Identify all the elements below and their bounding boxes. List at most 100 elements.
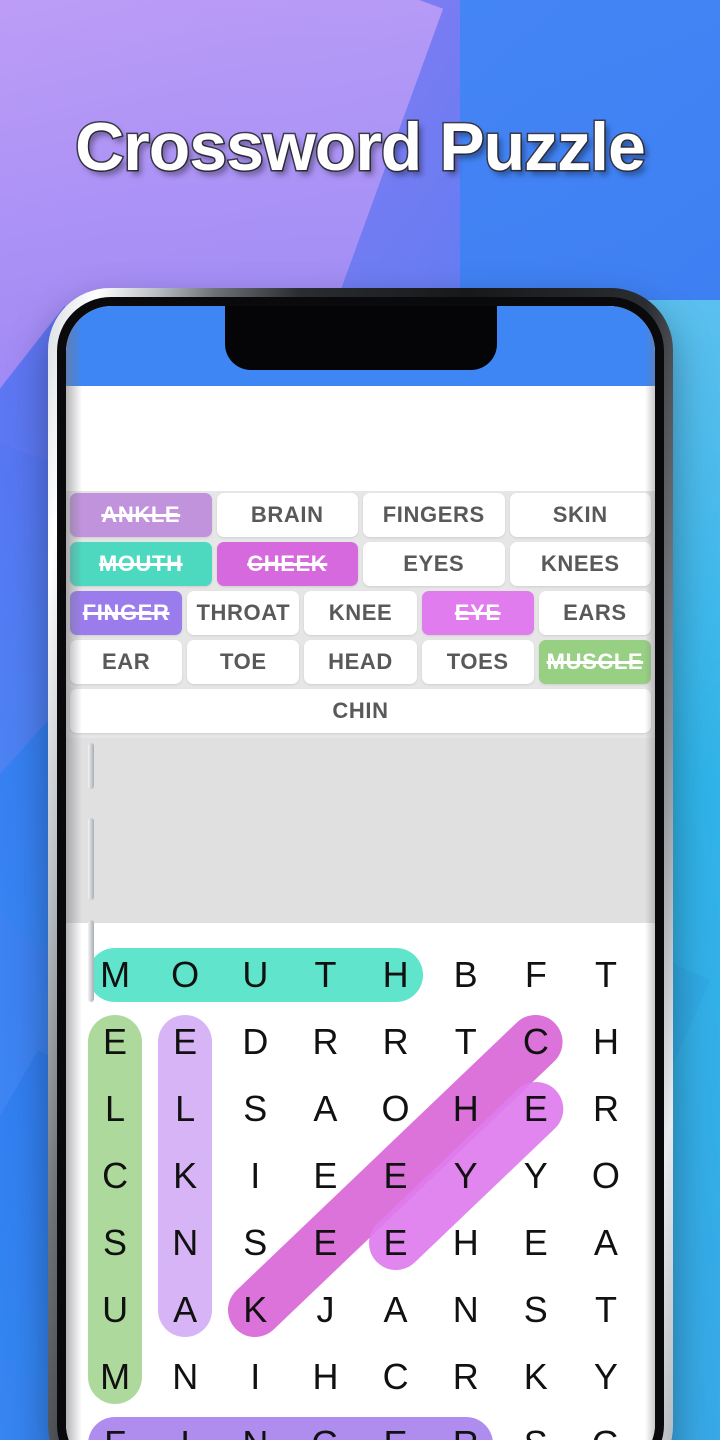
grid-cell[interactable]: R (361, 1008, 431, 1075)
grid-cell[interactable]: J (290, 1276, 360, 1343)
grid-cell[interactable]: M (80, 1343, 150, 1410)
grid-cell[interactable]: F (80, 1410, 150, 1440)
word-list-row: ANKLE BRAIN FINGERS SKIN (66, 493, 655, 542)
grid-cell[interactable]: N (220, 1410, 290, 1440)
grid-cell[interactable]: E (290, 1142, 360, 1209)
grid-cell[interactable]: L (80, 1075, 150, 1142)
word-chip-muscle[interactable]: MUSCLE (538, 640, 652, 684)
word-chip-eye[interactable]: EYE (421, 591, 534, 635)
grid-cell[interactable]: Y (571, 1343, 641, 1410)
word-chip-cheek[interactable]: CHEEK (216, 542, 358, 586)
grid-cell[interactable]: N (150, 1209, 220, 1276)
grid-cell[interactable]: R (431, 1410, 501, 1440)
word-chip-skin[interactable]: SKIN (509, 493, 651, 537)
word-chip-eyes[interactable]: EYES (363, 542, 505, 586)
grid-cell[interactable]: N (150, 1343, 220, 1410)
grid-cell[interactable]: N (431, 1276, 501, 1343)
grid-cell[interactable]: T (431, 1008, 501, 1075)
grid-cell[interactable]: H (361, 941, 431, 1008)
grid-cell[interactable]: D (220, 1008, 290, 1075)
grid-cell[interactable]: H (571, 1008, 641, 1075)
word-chip-head[interactable]: HEAD (304, 640, 417, 684)
volume-down-button[interactable] (88, 920, 94, 1002)
volume-up-button[interactable] (88, 818, 94, 900)
word-chip-throat[interactable]: THROAT (187, 591, 300, 635)
grid-cell[interactable]: F (501, 941, 571, 1008)
grid-cell[interactable]: T (571, 941, 641, 1008)
grid-cell[interactable]: A (571, 1209, 641, 1276)
grid-cell[interactable]: O (150, 941, 220, 1008)
grid-cell[interactable]: O (571, 1142, 641, 1209)
word-chip-fingers[interactable]: FINGERS (363, 493, 505, 537)
word-chip-toe[interactable]: TOE (187, 640, 300, 684)
grid-cell[interactable]: E (150, 1008, 220, 1075)
grid-cell[interactable]: Y (431, 1142, 501, 1209)
phone-notch (224, 306, 497, 370)
word-chip-knees[interactable]: KNEES (509, 542, 651, 586)
word-list-row: CHIN (66, 689, 655, 738)
grid-cell[interactable]: H (431, 1075, 501, 1142)
grid-cell[interactable]: I (220, 1343, 290, 1410)
grid-cell[interactable]: Y (501, 1142, 571, 1209)
word-list: ANKLE BRAIN FINGERS SKIN MOUTH CHEEK EYES KNEES… (66, 491, 655, 738)
grid-cell[interactable]: A (290, 1075, 360, 1142)
grid-cell[interactable]: G (571, 1410, 641, 1440)
grid-cell[interactable]: E (501, 1209, 571, 1276)
grid-cell[interactable]: K (150, 1142, 220, 1209)
grid-cell[interactable]: L (150, 1075, 220, 1142)
grid-cell[interactable]: S (220, 1075, 290, 1142)
promo-title: Crossword Puzzle (74, 108, 648, 187)
grid-cell[interactable]: U (80, 1276, 150, 1343)
grid-cell[interactable]: S (220, 1209, 290, 1276)
grid-cell[interactable]: E (361, 1209, 431, 1276)
grid-cell[interactable]: R (431, 1343, 501, 1410)
word-list-row: EAR TOE HEAD TOES MUSCLE (66, 640, 655, 689)
phone-screen: ANKLE BRAIN FINGERS SKIN MOUTH CHEEK EYES KNEES… (66, 306, 655, 1440)
word-chip-knee[interactable]: KNEE (304, 591, 417, 635)
grid-cell[interactable]: R (571, 1075, 641, 1142)
grid-cell[interactable]: H (431, 1209, 501, 1276)
grid-cell[interactable]: E (361, 1410, 431, 1440)
grid-cell[interactable]: T (290, 941, 360, 1008)
word-list-row: FINGER THROAT KNEE EYE EARS (66, 591, 655, 640)
grid-cell[interactable]: H (290, 1343, 360, 1410)
grid-cell[interactable]: K (220, 1276, 290, 1343)
grid-cell[interactable]: C (80, 1142, 150, 1209)
grid-cell[interactable]: A (361, 1276, 431, 1343)
grid-cell[interactable]: S (501, 1410, 571, 1440)
grid-cell[interactable]: B (431, 941, 501, 1008)
word-chip-brain[interactable]: BRAIN (216, 493, 358, 537)
grid-cell[interactable]: S (80, 1209, 150, 1276)
grid-cell[interactable]: C (501, 1008, 571, 1075)
grid-cell[interactable]: E (501, 1075, 571, 1142)
word-chip-chin[interactable]: CHIN (70, 689, 651, 733)
word-chip-finger[interactable]: FINGER (70, 591, 183, 635)
grid-cell[interactable]: S (501, 1276, 571, 1343)
grid-cell[interactable]: R (290, 1008, 360, 1075)
grid-cell[interactable]: U (220, 941, 290, 1008)
grid-cell[interactable]: I (150, 1410, 220, 1440)
mute-switch-button[interactable] (88, 743, 94, 789)
grid-cell[interactable]: E (290, 1209, 360, 1276)
phone-bezel: ANKLE BRAIN FINGERS SKIN MOUTH CHEEK EYES KNEES… (57, 297, 664, 1440)
grid-cell[interactable]: C (361, 1343, 431, 1410)
grid-cell[interactable]: E (361, 1142, 431, 1209)
word-chip-ankle[interactable]: ANKLE (70, 493, 212, 537)
grid-cell[interactable]: A (150, 1276, 220, 1343)
grid-cell[interactable]: T (571, 1276, 641, 1343)
word-chip-toes[interactable]: TOES (421, 640, 534, 684)
app-bar (66, 386, 655, 491)
word-list-row: MOUTH CHEEK EYES KNEES (66, 542, 655, 591)
word-chip-mouth[interactable]: MOUTH (70, 542, 212, 586)
phone-mockup: ANKLE BRAIN FINGERS SKIN MOUTH CHEEK EYES KNEES… (48, 288, 673, 1440)
word-list-spacer (66, 738, 655, 923)
grid-cell[interactable]: K (501, 1343, 571, 1410)
grid-cell[interactable]: E (80, 1008, 150, 1075)
letter-grid-container: MOUTHBFTEEDRRTCHLLSAOHERCKIEEYYOSNSEEHEA… (66, 923, 655, 1440)
grid-cell[interactable]: O (361, 1075, 431, 1142)
grid-cell[interactable]: I (220, 1142, 290, 1209)
grid-cell[interactable]: G (290, 1410, 360, 1440)
word-chip-ear[interactable]: EAR (70, 640, 183, 684)
word-chip-ears[interactable]: EARS (538, 591, 652, 635)
letter-grid[interactable]: MOUTHBFTEEDRRTCHLLSAOHERCKIEEYYOSNSEEHEA… (80, 941, 641, 1440)
